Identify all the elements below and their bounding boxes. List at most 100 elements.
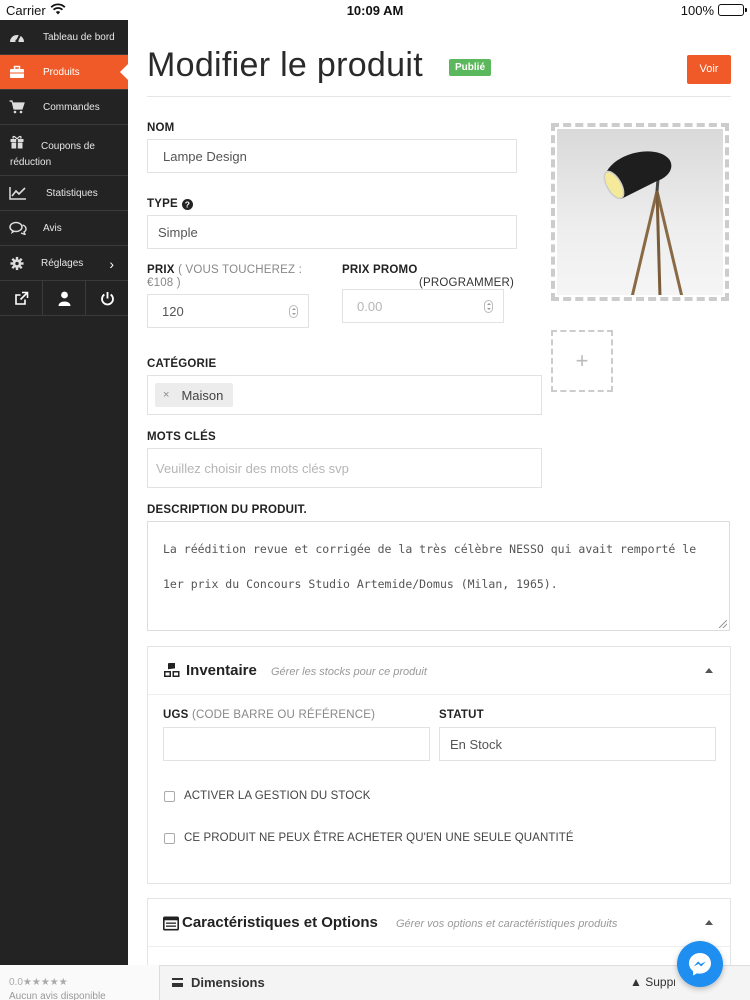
sidebar-item-label: Tableau de bord	[43, 32, 115, 43]
external-link-button[interactable]	[0, 281, 43, 315]
features-title: Caractéristiques et Options	[182, 914, 378, 931]
status-badge: Publié	[449, 59, 492, 76]
view-button[interactable]: Voir	[687, 55, 731, 84]
features-subtitle: Gérer vos options et caractéristiques pr…	[396, 918, 618, 930]
manage-stock-checkbox[interactable]: ACTIVER LA GESTION DU STOCK	[164, 790, 371, 802]
lamp-image-icon	[603, 151, 684, 295]
inventory-panel: Inventaire Gérer les stocks pour ce prod…	[147, 646, 731, 884]
sidebar-item-settings[interactable]: Réglages ›	[0, 246, 128, 281]
rating-stars: 0.0★★★★★	[9, 977, 68, 988]
sku-input[interactable]	[163, 727, 430, 761]
profile-button[interactable]	[43, 281, 86, 315]
battery-icon	[718, 4, 747, 16]
sidebar-item-products[interactable]: Produits	[0, 55, 128, 90]
sku-hint: (CODE BARRE OU RÉFÉRENCE)	[191, 709, 376, 721]
sidebar-item-label: Produits	[43, 67, 80, 78]
stock-status-value: En Stock	[450, 736, 503, 752]
sidebar-item-reviews[interactable]: Avis	[0, 211, 128, 246]
checkbox-icon[interactable]	[164, 832, 175, 844]
sidebar-footer	[0, 281, 128, 316]
add-image-button[interactable]: +	[551, 330, 613, 392]
stepper-icon[interactable]	[289, 305, 298, 318]
power-icon	[100, 291, 114, 305]
product-image[interactable]	[551, 123, 729, 301]
page-title: Modifier le produit	[147, 46, 423, 84]
sidebar-item-label: Statistiques	[46, 188, 98, 199]
rating-summary: 0.0★★★★★ Aucun avis disponible	[0, 965, 160, 1000]
price-label-block: PRIX ( VOUS TOUCHEREZ : €108 )	[147, 264, 317, 290]
logout-button[interactable]	[86, 281, 128, 315]
description-label: DESCRIPTION DU PRODUIT.	[147, 504, 307, 516]
no-reviews-label: Aucun avis disponible	[9, 991, 106, 1000]
sku-label: UGS	[163, 709, 189, 721]
description-line: 1er prix du Concours Studio Artemide/Dom…	[163, 577, 558, 591]
collapse-caret-icon[interactable]	[705, 668, 713, 673]
description-textarea[interactable]: La réédition revue et corrigée de la trè…	[147, 521, 730, 631]
list-alt-icon	[163, 916, 179, 931]
messenger-button[interactable]	[677, 941, 723, 987]
external-link-icon	[14, 291, 28, 305]
name-label: NOM	[147, 122, 175, 134]
name-value: Lampe Design	[163, 148, 247, 164]
promo-price-input[interactable]: 0.00	[342, 289, 504, 323]
stepper-icon[interactable]	[484, 300, 493, 313]
clock: 10:09 AM	[346, 3, 404, 18]
dimensions-tab[interactable]: Dimensions	[172, 975, 265, 990]
help-icon[interactable]: ?	[181, 198, 193, 210]
keywords-placeholder: Veuillez choisir des mots clés svp	[156, 460, 349, 476]
battery-percent: 100%	[680, 3, 714, 18]
sidebar-item-orders[interactable]: Commandes	[0, 90, 128, 125]
sku-label-block: UGS (CODE BARRE OU RÉFÉRENCE)	[163, 709, 375, 721]
category-tag[interactable]: × Maison	[155, 383, 234, 407]
tag-remove-icon[interactable]: ×	[163, 389, 169, 401]
resize-handle-icon[interactable]	[719, 620, 727, 628]
sidebar-item-label: Réglages	[41, 258, 84, 269]
manage-stock-label: ACTIVER LA GESTION DU STOCK	[184, 790, 371, 802]
inventory-title: Inventaire	[186, 662, 257, 679]
collapse-caret-icon[interactable]	[705, 920, 713, 925]
stock-status-label: STATUT	[439, 709, 484, 721]
type-label-row: TYPE ?	[147, 198, 193, 210]
divider	[147, 96, 731, 97]
comments-icon	[9, 221, 27, 235]
gear-icon	[10, 256, 24, 271]
sidebar-item-statistics[interactable]: Statistiques	[0, 176, 128, 211]
svg-text:?: ?	[185, 199, 190, 209]
category-label: CATÉGORIE	[147, 358, 217, 370]
menu-icon	[172, 978, 183, 987]
sidebar: Tableau de bord Produits Commandes Coupo…	[0, 20, 128, 965]
checkbox-icon[interactable]	[164, 790, 175, 802]
cart-icon	[9, 100, 25, 114]
price-label: PRIX	[147, 264, 175, 276]
sidebar-item-label: Coupons de réduction	[10, 141, 95, 168]
price-value: 120	[162, 303, 184, 319]
type-select[interactable]: Simple	[147, 215, 517, 249]
sidebar-item-dashboard[interactable]: Tableau de bord	[0, 20, 128, 55]
line-chart-icon	[9, 187, 26, 200]
category-tag-label: Maison	[181, 387, 224, 403]
delete-button[interactable]: ▲ Supprimer	[630, 975, 675, 989]
sidebar-item-coupons[interactable]: Coupons de réduction	[0, 125, 128, 176]
stock-status-select[interactable]: En Stock	[439, 727, 716, 761]
single-quantity-checkbox[interactable]: CE PRODUIT NE PEUX ÊTRE ACHETER QU'EN UN…	[164, 832, 574, 844]
chevron-right-icon: ›	[109, 256, 114, 272]
features-panel-header[interactable]: Caractéristiques et Options Gérer vos op…	[148, 899, 730, 947]
price-input[interactable]: 120	[147, 294, 309, 328]
status-bar: Carrier 10:09 AM 100%	[0, 0, 750, 20]
single-quantity-label: CE PRODUIT NE PEUX ÊTRE ACHETER QU'EN UN…	[184, 832, 574, 844]
name-field[interactable]: Lampe Design	[147, 139, 517, 173]
dashboard-icon	[10, 34, 24, 43]
promo-placeholder: 0.00	[357, 298, 383, 314]
dimensions-label: Dimensions	[191, 975, 265, 990]
sidebar-item-label: Avis	[43, 223, 62, 234]
sidebar-item-label: Commandes	[43, 102, 100, 113]
description-line: La réédition revue et corrigée de la trè…	[163, 542, 697, 556]
inventory-panel-header[interactable]: Inventaire Gérer les stocks pour ce prod…	[148, 647, 730, 695]
type-label: TYPE	[147, 198, 178, 210]
user-icon	[58, 291, 70, 306]
keywords-input[interactable]: Veuillez choisir des mots clés svp	[147, 448, 542, 488]
messenger-icon	[689, 953, 711, 976]
briefcase-icon	[10, 65, 24, 78]
promo-schedule-link[interactable]: (PROGRAMMER)	[419, 277, 514, 289]
lamp-photo	[557, 129, 723, 295]
